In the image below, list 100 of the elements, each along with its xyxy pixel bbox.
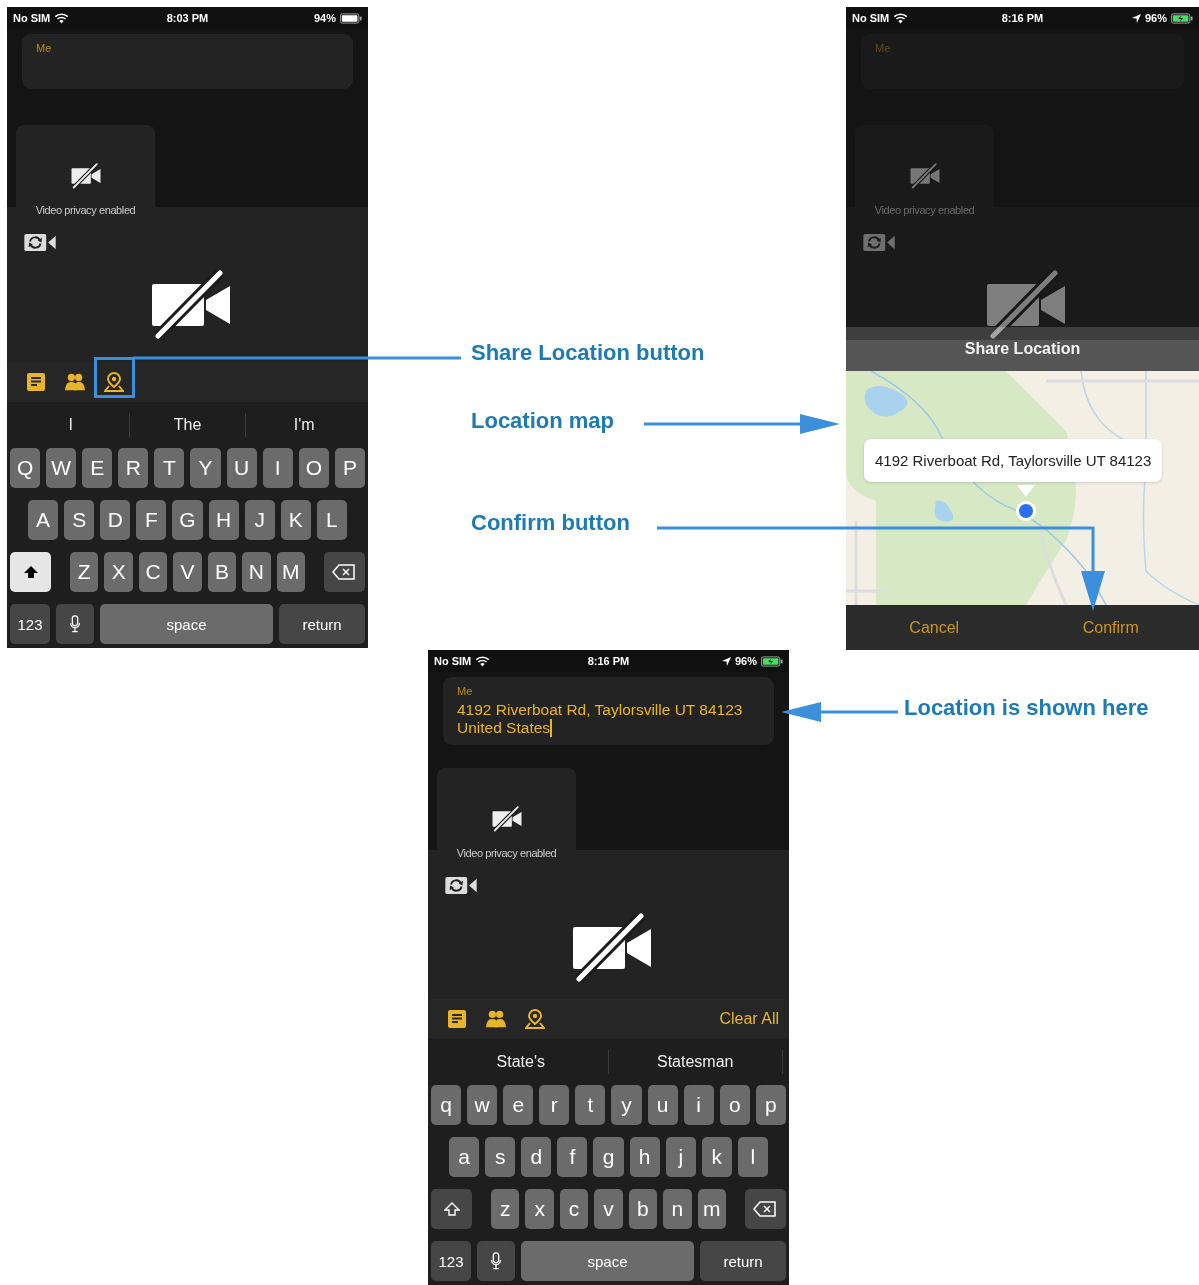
sheet-button[interactable]: Confirm [1022,617,1199,638]
sheet-button[interactable]: Cancel [846,617,1023,638]
key[interactable]: h [629,1137,660,1177]
key[interactable]: w [467,1085,498,1125]
key[interactable]: c [559,1189,589,1229]
wifi-icon [54,12,70,24]
key[interactable]: Q [10,448,41,488]
space-key[interactable]: space [521,1241,694,1281]
key[interactable]: d [521,1137,552,1177]
key[interactable]: p [755,1085,786,1125]
flip-camera-icon[interactable] [24,233,57,252]
wifi-icon [475,655,491,667]
key[interactable]: T [154,448,185,488]
clock-time: 8:16 PM [587,655,630,667]
key[interactable]: s [485,1137,516,1177]
key[interactable]: N [242,552,271,592]
key[interactable]: A [28,500,59,540]
battery-percent: 96% [1144,12,1167,24]
key[interactable]: K [280,500,311,540]
people-icon[interactable] [486,1009,506,1029]
suggestion-button[interactable]: The [129,415,246,435]
key[interactable]: F [136,500,167,540]
key[interactable]: f [557,1137,588,1177]
suggestion-button[interactable]: I'm [246,415,362,435]
suggestion-button[interactable]: State's [434,1052,608,1072]
key[interactable]: E [82,448,113,488]
key[interactable]: l [737,1137,768,1177]
key[interactable]: z [491,1189,520,1229]
key[interactable]: x [525,1189,554,1229]
key[interactable]: X [104,552,133,592]
sender-label: Me [36,42,52,54]
key[interactable]: y [611,1085,642,1125]
key[interactable]: J [244,500,275,540]
key[interactable]: M [276,552,305,592]
message-field[interactable]: Me 4192 Riverboat Rd, Taylorsville UT 84123 United States [443,677,774,745]
key[interactable]: o [719,1085,750,1125]
carrier-text: No SIM [852,12,890,24]
shift-key[interactable] [10,552,51,592]
map-pin-icon[interactable] [104,372,124,392]
wifi-icon [893,12,909,24]
dictation-key[interactable] [56,604,94,644]
privacy-text: Video privacy enabled [456,847,557,859]
battery-percent: 96% [734,655,757,667]
key[interactable]: Y [190,448,221,488]
key[interactable]: b [628,1189,658,1229]
battery-percent: 94% [313,12,336,24]
carrier-text: No SIM [13,12,51,24]
key[interactable]: P [334,448,365,488]
key[interactable]: g [593,1137,624,1177]
key[interactable]: r [539,1085,570,1125]
return-key[interactable]: return [700,1241,786,1281]
key[interactable]: W [46,448,77,488]
key[interactable]: O [298,448,329,488]
delete-key[interactable] [323,552,365,592]
key[interactable]: D [100,500,131,540]
message-text: 4192 Riverboat Rd, Taylorsville UT 84123 United States [457,701,743,737]
key[interactable]: a [449,1137,480,1177]
key[interactable]: q [431,1085,462,1125]
key[interactable]: k [701,1137,732,1177]
key[interactable]: G [172,500,203,540]
key[interactable]: m [697,1189,726,1229]
key[interactable]: C [138,552,168,592]
numbers-key[interactable]: 123 [431,1241,471,1281]
key[interactable]: V [173,552,202,592]
key[interactable]: B [207,552,237,592]
clear-all-button[interactable]: Clear All [719,1010,779,1028]
map-pin-icon[interactable] [525,1009,545,1029]
key[interactable]: j [665,1137,696,1177]
key[interactable]: U [226,448,257,488]
key[interactable]: H [208,500,239,540]
microphone-icon [488,1252,504,1270]
highlight-box [94,357,135,398]
location-map[interactable]: 4192 Riverboat Rd, Taylorsville UT 84123 [846,371,1199,605]
key[interactable]: n [663,1189,692,1229]
space-key[interactable]: space [100,604,273,644]
key[interactable]: v [594,1189,623,1229]
sender-label: Me [875,42,891,54]
key[interactable]: u [647,1085,678,1125]
key[interactable]: S [64,500,95,540]
message-field[interactable]: Me [22,34,353,89]
return-key[interactable]: return [279,604,365,644]
key[interactable]: R [118,448,149,488]
key[interactable]: Z [70,552,99,592]
people-icon[interactable] [65,372,85,392]
key[interactable]: L [316,500,347,540]
note-icon[interactable] [26,372,46,392]
suggestion-button[interactable]: I [13,415,129,435]
callout-label: Confirm button [471,510,630,536]
flip-camera-icon[interactable] [445,876,478,895]
key[interactable]: I [262,448,293,488]
key[interactable]: i [683,1085,714,1125]
delete-key[interactable] [744,1189,786,1229]
key[interactable]: t [575,1085,606,1125]
key[interactable]: e [503,1085,534,1125]
shift-icon [443,1200,460,1218]
suggestion-button[interactable]: Statesman [608,1052,782,1072]
shift-key[interactable] [431,1189,472,1229]
dictation-key[interactable] [477,1241,515,1281]
numbers-key[interactable]: 123 [10,604,50,644]
note-icon[interactable] [447,1009,467,1029]
